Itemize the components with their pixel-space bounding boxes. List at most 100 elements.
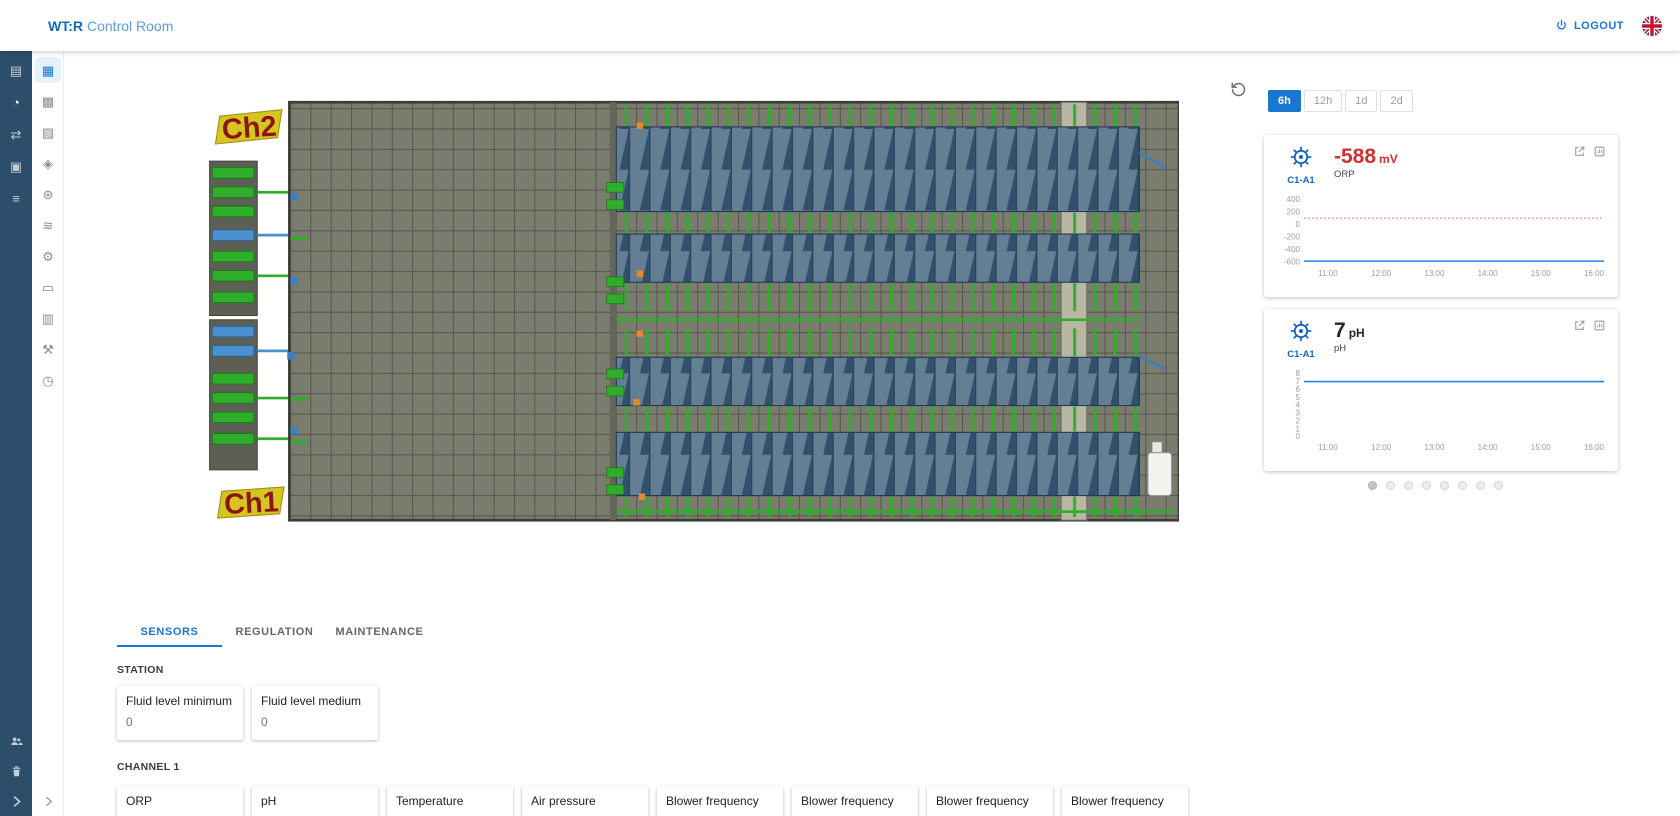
value-unit: mV — [1379, 152, 1398, 166]
carousel-dot[interactable] — [1422, 481, 1431, 490]
carousel-dot[interactable] — [1476, 481, 1485, 490]
power-icon — [1557, 19, 1566, 30]
svg-text:11:00: 11:00 — [1318, 269, 1338, 278]
chevron-right-icon — [45, 796, 52, 806]
chart-view-icon[interactable] — [1593, 145, 1606, 158]
open-in-new-icon[interactable] — [1573, 145, 1586, 158]
ph-chart: 87654321011:00 12:00 13:00 14:00 15:00 16:00 — [1296, 369, 1605, 452]
open-in-new-icon[interactable] — [1573, 319, 1586, 332]
tile-value: 0 — [261, 715, 268, 729]
tab-sensors[interactable]: SENSORS — [117, 617, 222, 647]
tile-title: ORP — [126, 794, 153, 808]
tools-icon[interactable]: ⚒ — [32, 334, 64, 364]
sensor-id: C1-A1 — [1287, 349, 1315, 360]
transfer-icon[interactable]: ⇄ — [0, 119, 32, 149]
tile-fluid-level-medium[interactable]: Fluid level medium 0 — [252, 686, 378, 740]
primary-sidebar: ▤ ◔ ⇄ ▣ ≡ — [0, 51, 32, 816]
svg-text:-600: -600 — [1284, 257, 1301, 266]
time-range-12h[interactable]: 12h — [1303, 90, 1343, 112]
svg-text:-200: -200 — [1284, 232, 1301, 241]
apps-icon[interactable]: ▩ — [32, 86, 64, 116]
tile-air-pressure[interactable]: Air pressure217.11 mbar — [522, 786, 648, 816]
tile-blower-frequency[interactable]: Blower frequency50 Hz — [1062, 786, 1188, 816]
projects-icon[interactable]: ▤ — [0, 55, 32, 85]
time-range-2d[interactable]: 2d — [1380, 90, 1413, 112]
blower-station-top — [209, 160, 290, 317]
svg-text:12:00: 12:00 — [1371, 443, 1392, 452]
svg-text:200: 200 — [1287, 207, 1301, 216]
sensor-block: C1-A1 — [1276, 145, 1326, 186]
tile-temperature[interactable]: Temperature18920.18 — [387, 786, 513, 816]
time-range-1d[interactable]: 1d — [1345, 90, 1378, 112]
value-block: 7 pH pH — [1334, 319, 1365, 354]
tile-blower-frequency[interactable]: Blower frequency50 Hz — [657, 786, 783, 816]
battery-icon[interactable]: ▭ — [32, 272, 64, 302]
dashboard-icon[interactable]: ▦ — [35, 57, 61, 83]
orp-chart: 400 200 0 -200 -400 -600 11:00 12:00 13:00 14:00 1… — [1284, 195, 1605, 278]
tile-blower-frequency[interactable]: Blower frequency50 Hz — [927, 786, 1053, 816]
chart-view-icon[interactable] — [1593, 319, 1606, 332]
sensor-card-ph: C1-A1 7 pH pH 8 7 6 5 4 3 2 1 0 11:00 12:00 13:00 14:… — [1264, 309, 1618, 471]
svg-text:11:00: 11:00 — [1318, 443, 1338, 452]
value-number: 7 — [1334, 319, 1346, 342]
trash-icon[interactable] — [0, 756, 32, 786]
carousel-dot[interactable] — [1404, 481, 1413, 490]
svg-text:13:00: 13:00 — [1424, 269, 1445, 278]
logout-button[interactable]: LOGOUT — [1555, 19, 1624, 32]
carousel-dot[interactable] — [1458, 481, 1467, 490]
channel-1-label: Ch1 — [216, 486, 285, 521]
tile-title: pH — [261, 794, 277, 808]
network-icon[interactable]: ◈ — [32, 148, 64, 178]
carousel-dot[interactable] — [1386, 481, 1395, 490]
blower-station-bottom — [209, 319, 290, 471]
carousel-dot[interactable] — [1368, 481, 1377, 490]
tile-title: Fluid level medium — [261, 694, 362, 708]
history-icon[interactable]: ◷ — [32, 365, 64, 395]
users-icon[interactable] — [0, 726, 32, 756]
time-range-selector: 6h 12h 1d 2d — [1268, 90, 1413, 112]
history-icon[interactable] — [1227, 80, 1249, 102]
channel-1-text: Ch1 — [223, 486, 279, 521]
brand[interactable]: WT:R Control Room — [48, 18, 173, 34]
tile-title: Blower frequency — [666, 794, 759, 808]
fan-icon[interactable]: ⊛ — [32, 179, 64, 209]
station-section-label: STATION — [117, 664, 164, 676]
channel-2-text: Ch2 — [221, 111, 278, 147]
tile-ph[interactable]: pH7 pH — [252, 786, 378, 816]
topbar-actions: LOGOUT — [1555, 15, 1662, 36]
expand-sidebar-button[interactable] — [0, 786, 32, 816]
station-cards-row: Fluid level minimum 0 Fluid level medium 0 — [117, 686, 378, 740]
sensor-id: C1-A1 — [1287, 175, 1315, 186]
logout-label: LOGOUT — [1573, 19, 1624, 32]
svg-text:14:00: 14:00 — [1478, 269, 1499, 278]
layers-icon[interactable]: ▨ — [32, 117, 64, 147]
sensor-value: 7 pH — [1334, 319, 1365, 342]
basin-divider — [609, 102, 617, 521]
sensor-icon — [1290, 320, 1312, 342]
levels-icon[interactable]: ≋ — [32, 210, 64, 240]
settings-icon[interactable]: ⚙ — [32, 241, 64, 271]
tile-orp[interactable]: ORP-588 mV — [117, 786, 243, 816]
time-range-6h[interactable]: 6h — [1268, 90, 1301, 112]
brand-subtitle: Control Room — [87, 17, 174, 34]
secondary-sidebar: ▦ ▩ ▨ ◈ ⊛ ≋ ⚙ ▭ ▥ ⚒ ◷ — [32, 51, 64, 816]
app-root: WT:R Control Room LOGOUT ▤ ◔ ⇄ ▣ ≡ ▦ ▩ ▨… — [0, 0, 1680, 816]
plant-3d-view[interactable]: Ch2 Ch1 — [209, 88, 1179, 528]
collapse-sidebar-button[interactable] — [32, 786, 64, 816]
plant-3d-render: Ch2 Ch1 — [209, 100, 1179, 522]
carousel-dot[interactable] — [1494, 481, 1503, 490]
documents-icon[interactable]: ≡ — [0, 183, 32, 213]
channel1-cards-row: ORP-588 mV pH7 pH Temperature18920.18 Air p… — [117, 786, 1188, 816]
gauge-icon[interactable]: ◔ — [0, 87, 32, 117]
svg-text:15:00: 15:00 — [1531, 269, 1552, 278]
tile-blower-frequency[interactable]: Blower frequency50 Hz — [792, 786, 918, 816]
carousel-dot[interactable] — [1440, 481, 1449, 490]
card-header: C1-A1 -588 mV ORP — [1276, 145, 1606, 186]
channel-2-label: Ch2 — [214, 109, 283, 147]
language-flag-icon[interactable] — [1642, 15, 1662, 36]
tile-fluid-level-minimum[interactable]: Fluid level minimum 0 — [117, 686, 243, 740]
tab-regulation[interactable]: REGULATION — [222, 617, 327, 647]
charts-icon[interactable]: ▥ — [32, 303, 64, 333]
tab-maintenance[interactable]: MAINTENANCE — [327, 617, 432, 647]
gallery-icon[interactable]: ▣ — [0, 151, 32, 181]
